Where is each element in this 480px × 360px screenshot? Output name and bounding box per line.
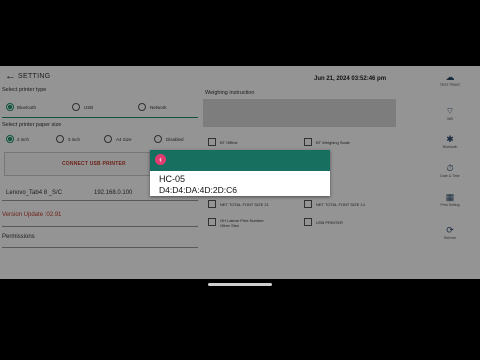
bluetooth-device-dialog: ‹ HC-05 D4:D4:DA:4D:2D:C6	[150, 150, 330, 196]
home-gesture-handle[interactable]	[208, 283, 272, 286]
dialog-header: ‹	[150, 150, 330, 171]
dialog-close-icon[interactable]: ‹	[155, 154, 166, 165]
system-nav-bar	[0, 279, 480, 360]
device-address: D4:D4:DA:4D:2D:C6	[159, 185, 237, 195]
device-name: HC-05	[159, 174, 186, 184]
